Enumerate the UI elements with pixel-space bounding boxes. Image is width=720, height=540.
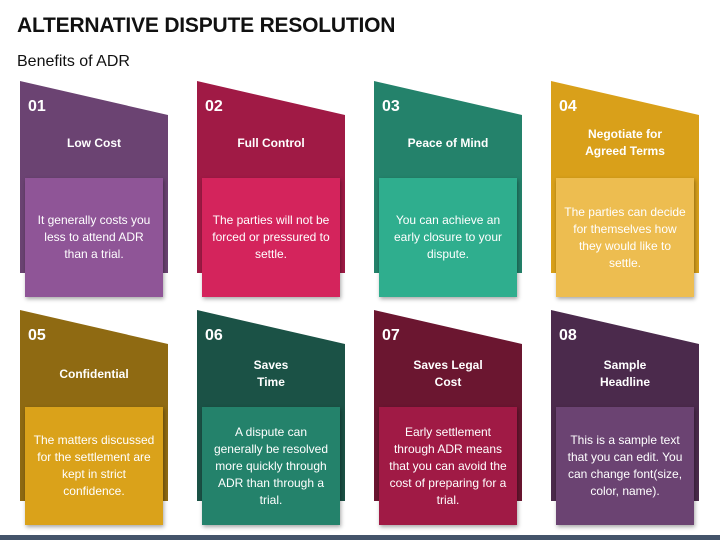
card-body: It generally costs you less to attend AD… — [25, 178, 163, 297]
card-body: The matters discussed for the settlement… — [25, 407, 163, 525]
card-heading: Peace of Mind — [407, 136, 489, 150]
card-body: This is a sample text that you can edit.… — [556, 407, 694, 525]
slide-title: ALTERNATIVE DISPUTE RESOLUTION — [17, 14, 396, 37]
card-number: 05 — [28, 327, 46, 344]
card-number: 02 — [205, 98, 223, 115]
footer-bar — [0, 535, 720, 540]
card-heading: Confidential — [59, 367, 129, 381]
card-number: 06 — [205, 327, 223, 344]
card-number: 01 — [28, 98, 46, 115]
card-heading: Saves Time — [253, 358, 289, 389]
card-body: You can achieve an early closure to your… — [379, 178, 517, 297]
card-body: The parties can decide for themselves ho… — [556, 178, 694, 297]
card-heading: Low Cost — [67, 136, 121, 150]
card-heading: Saves Legal Cost — [413, 358, 483, 389]
card-number: 03 — [382, 98, 400, 115]
card-heading: Sample Headline — [599, 358, 650, 389]
card-body: A dispute can generally be resolved more… — [202, 407, 340, 525]
card-number: 07 — [382, 327, 400, 344]
card-body: Early settlement through ADR means that … — [379, 407, 517, 525]
card-body: The parties will not be forced or pressu… — [202, 178, 340, 297]
slide-subtitle: Benefits of ADR — [17, 53, 130, 70]
card-number: 08 — [559, 327, 577, 344]
card-heading: Negotiate for Agreed Terms — [585, 127, 665, 158]
card-number: 04 — [559, 98, 577, 115]
card-heading: Full Control — [237, 136, 305, 150]
